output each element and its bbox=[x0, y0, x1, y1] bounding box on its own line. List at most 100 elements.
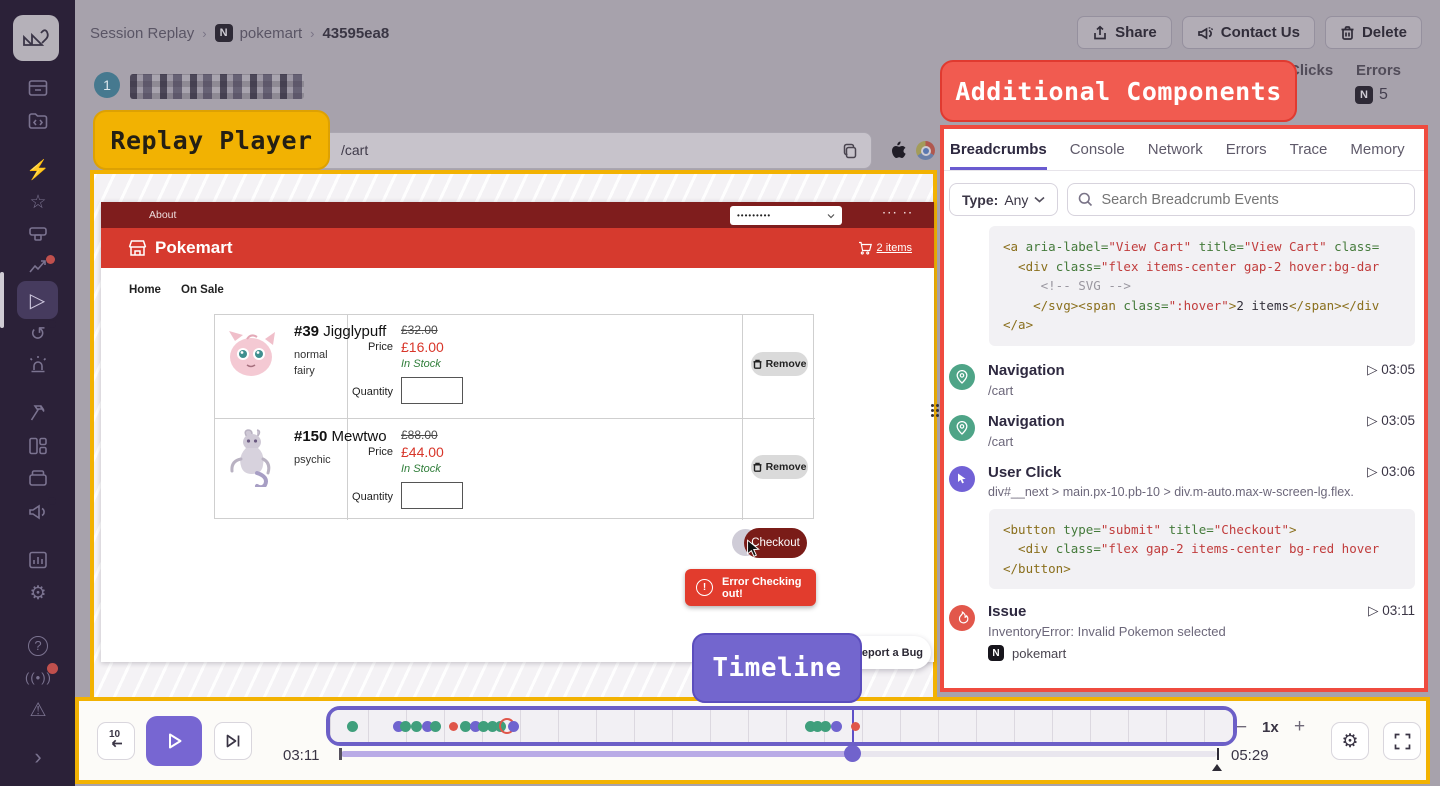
broadcast-notification-dot bbox=[47, 663, 58, 674]
breadcrumb-session-replay[interactable]: Session Replay bbox=[90, 25, 194, 42]
code-snippet-view-cart: <a aria-label="View Cart" title="View Ca… bbox=[989, 226, 1415, 346]
share-button[interactable]: Share bbox=[1077, 16, 1172, 49]
seekbar[interactable] bbox=[341, 751, 1217, 757]
search-icon bbox=[1078, 192, 1093, 207]
item-type: fairy bbox=[294, 365, 315, 377]
remove-item-button: Remove bbox=[751, 352, 808, 376]
player-controls-bar: 10 03:11 − 1x + 05:29 ⚙ bbox=[75, 697, 1430, 784]
posthog-logo[interactable] bbox=[13, 15, 59, 61]
chrome-browser-icon bbox=[916, 141, 935, 160]
trash-icon bbox=[753, 462, 762, 472]
remove-item-button: Remove bbox=[751, 455, 808, 479]
player-settings-button[interactable]: ⚙ bbox=[1331, 722, 1369, 760]
search-input[interactable] bbox=[1101, 192, 1404, 208]
sidebar-item-session-replay-active[interactable]: ▷ bbox=[17, 281, 58, 319]
old-price: £88.00 bbox=[401, 428, 438, 442]
chevron-right-icon: › bbox=[310, 26, 314, 41]
megaphone-badge bbox=[48, 497, 56, 505]
tab-network[interactable]: Network bbox=[1148, 131, 1203, 170]
item-type: psychic bbox=[294, 454, 331, 466]
stock-status: In Stock bbox=[401, 463, 441, 475]
callout-replay-player: Replay Player bbox=[93, 110, 330, 170]
speed-decrease-button[interactable]: − bbox=[1236, 717, 1247, 739]
chevron-right-icon: › bbox=[202, 26, 206, 41]
alert-icon: ! bbox=[696, 579, 713, 596]
current-time: 03:11 bbox=[283, 747, 319, 764]
stock-status: In Stock bbox=[401, 358, 441, 370]
site-header: Pokemart 2 items bbox=[101, 228, 934, 268]
timeline-event-dot bbox=[449, 722, 458, 731]
site-menu-dots: ··· ·· bbox=[883, 208, 914, 219]
tab-console[interactable]: Console bbox=[1070, 131, 1125, 170]
sidebar-item-activity[interactable] bbox=[25, 76, 51, 102]
event-row-user-click[interactable]: User Click div#__next > main.px-10.pb-10… bbox=[949, 464, 1415, 499]
sidebar-item-experiments-hammer[interactable] bbox=[25, 401, 51, 427]
sidebar-item-quota-warning[interactable]: ⚠ bbox=[25, 698, 51, 724]
sidebar-item-actions-bolt[interactable]: ⚡ bbox=[25, 158, 51, 184]
flame-icon bbox=[949, 605, 975, 631]
sidebar-expand-chevron[interactable]: › bbox=[25, 744, 51, 770]
quantity-label: Quantity bbox=[319, 491, 393, 503]
tab-memory[interactable]: Memory bbox=[1350, 131, 1404, 170]
rewind-10s-button[interactable]: 10 bbox=[97, 722, 135, 760]
sidebar-item-toolbar[interactable] bbox=[25, 222, 51, 248]
sidebar-item-history-clock[interactable]: ↺ bbox=[25, 322, 51, 348]
seekbar-scrubber[interactable] bbox=[844, 745, 861, 762]
sidebar-item-dashboards-layout[interactable] bbox=[25, 434, 51, 460]
timeline-event-dot bbox=[347, 721, 358, 732]
storefront-icon bbox=[127, 238, 148, 258]
contact-us-button[interactable]: Contact Us bbox=[1182, 16, 1315, 49]
play-button[interactable] bbox=[146, 716, 202, 766]
sale-price: £44.00 bbox=[401, 444, 444, 460]
sidebar-scroll-indicator[interactable] bbox=[0, 272, 4, 328]
trash-icon bbox=[753, 359, 762, 369]
tab-trace[interactable]: Trace bbox=[1290, 131, 1328, 170]
item-type: normal bbox=[294, 349, 328, 361]
breadcrumb-project[interactable]: pokemart bbox=[240, 25, 303, 42]
errors-count: N 5 bbox=[1355, 86, 1388, 104]
project-nextjs-badge: N bbox=[215, 24, 233, 42]
replay-url: /cart bbox=[341, 142, 368, 158]
speed-value[interactable]: 1x bbox=[1262, 719, 1279, 736]
play-icon bbox=[163, 730, 185, 752]
copy-icon[interactable] bbox=[841, 142, 859, 160]
event-row-navigation[interactable]: Navigation /cart ▷ 03:05 bbox=[949, 413, 1415, 449]
fullscreen-button[interactable] bbox=[1383, 722, 1421, 760]
old-price: £32.00 bbox=[401, 323, 438, 337]
type-filter-dropdown[interactable]: Type: Any bbox=[949, 183, 1058, 216]
mewtwo-image bbox=[227, 429, 277, 487]
tab-breadcrumbs[interactable]: Breadcrumbs bbox=[950, 131, 1047, 170]
speed-increase-button[interactable]: + bbox=[1294, 716, 1305, 738]
sidebar-item-data-warehouse-drawer[interactable] bbox=[25, 466, 51, 492]
site-password-field: ••••••••• bbox=[730, 206, 842, 225]
cursor-icon bbox=[746, 539, 761, 558]
tab-errors[interactable]: Errors bbox=[1226, 131, 1267, 170]
header-actions: Share Contact Us Delete bbox=[1077, 16, 1422, 49]
sidebar-item-favorites-star[interactable]: ☆ bbox=[25, 190, 51, 216]
sidebar-item-early-access-megaphone[interactable] bbox=[25, 499, 51, 525]
site-nav-onsale: On Sale bbox=[181, 284, 224, 296]
avatar: 1 bbox=[94, 72, 120, 98]
breadcrumb-event-list[interactable]: <a aria-label="View Cart" title="View Ca… bbox=[944, 226, 1424, 671]
sidebar-item-data-management[interactable] bbox=[25, 109, 51, 135]
quantity-label: Quantity bbox=[319, 386, 393, 398]
trends-notification-dot bbox=[46, 255, 55, 264]
panel-resize-handle[interactable] bbox=[929, 402, 940, 419]
event-row-issue[interactable]: Issue InventoryError: Invalid Pokemon se… bbox=[949, 603, 1415, 661]
type-filter-value: Any bbox=[1004, 192, 1028, 208]
posthog-logo-icon bbox=[21, 25, 51, 51]
cart-table: #39 Jigglypuff normal fairy Price £32.00… bbox=[214, 314, 814, 519]
error-toast: ! Error Checking out! bbox=[685, 569, 816, 606]
timeline-strip[interactable] bbox=[326, 706, 1237, 746]
replay-player-viewport[interactable]: About ••••••••• ··· ·· Pokemart 2 items … bbox=[90, 170, 937, 701]
nextjs-badge: N bbox=[1355, 86, 1373, 104]
sidebar-item-alerts-siren[interactable] bbox=[25, 353, 51, 379]
event-row-navigation[interactable]: Navigation /cart ▷ 03:05 bbox=[949, 362, 1415, 398]
skip-to-end-button[interactable] bbox=[214, 722, 252, 760]
sidebar-item-settings-gear[interactable]: ⚙ bbox=[25, 581, 51, 607]
sidebar-item-product-analytics-bars[interactable] bbox=[25, 548, 51, 574]
delete-button[interactable]: Delete bbox=[1325, 16, 1422, 49]
navigation-pin-icon bbox=[949, 364, 975, 390]
sidebar-item-help[interactable]: ? bbox=[25, 633, 51, 659]
search-box[interactable] bbox=[1067, 183, 1415, 216]
